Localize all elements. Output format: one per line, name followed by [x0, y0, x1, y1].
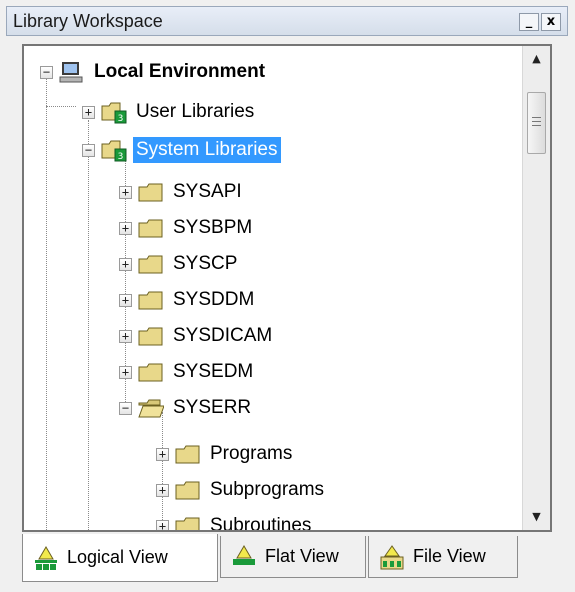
computer-icon: [59, 60, 85, 84]
tree-node-label: Local Environment: [94, 61, 266, 82]
expand-toggle[interactable]: +: [156, 447, 169, 461]
tree-node-label: SYSDICAM: [173, 325, 273, 346]
tree-node-label: SYSAPI: [173, 181, 242, 202]
folder-icon: [138, 360, 164, 384]
library-folder-icon: 3: [101, 138, 127, 162]
collapse-toggle[interactable]: −: [82, 143, 95, 157]
tree-node-object-group[interactable]: + Subroutines: [156, 508, 314, 530]
tree-node-label: SYSERR: [173, 397, 252, 418]
tab-label: Flat View: [265, 546, 339, 566]
scroll-down-arrow-icon[interactable]: ▼: [523, 504, 550, 530]
folder-icon: [138, 288, 164, 312]
expand-toggle[interactable]: +: [156, 519, 169, 530]
window-title: Library Workspace: [13, 11, 163, 31]
tree-node-label: Subroutines: [210, 515, 312, 530]
tab-flat-view[interactable]: Flat View: [220, 536, 366, 578]
tree-node-label: SYSEDM: [173, 361, 254, 382]
folder-icon: [175, 514, 201, 530]
tree-node-library[interactable]: + SYSDICAM: [119, 318, 275, 354]
tree-node-object-group[interactable]: + Programs: [156, 436, 295, 472]
tree-node-library[interactable]: − SYSERR: [119, 390, 254, 426]
tree-node-user-libraries[interactable]: + 3 User Libraries: [82, 94, 257, 130]
tab-file-view[interactable]: File View: [368, 536, 518, 578]
folder-icon: [138, 180, 164, 204]
folder-open-icon: [138, 396, 165, 420]
collapse-toggle[interactable]: −: [40, 65, 53, 79]
file-view-icon: [377, 544, 407, 570]
tree-node-label: Programs: [210, 443, 293, 464]
folder-icon: [175, 478, 201, 502]
badge-text: 3: [118, 114, 124, 124]
folder-icon: [138, 216, 164, 240]
tree-node-label: SYSCP: [173, 253, 238, 274]
collapse-toggle[interactable]: −: [119, 401, 132, 415]
flat-view-icon: [229, 544, 259, 570]
tree-node-label: SYSBPM: [173, 217, 253, 238]
tree-node-library[interactable]: + SYSCP: [119, 246, 240, 282]
close-button[interactable]: x: [541, 13, 561, 31]
tree-node-library[interactable]: + SYSAPI: [119, 174, 245, 210]
expand-toggle[interactable]: +: [156, 483, 169, 497]
expand-toggle[interactable]: +: [119, 185, 132, 199]
tree-node-local-environment[interactable]: − Local Environment: [40, 54, 268, 90]
tab-label: File View: [413, 546, 486, 566]
tree-view[interactable]: − Local Environment + 3 User Libraries −…: [22, 44, 552, 532]
tree-node-label: Subprograms: [210, 479, 325, 500]
title-bar: Library Workspace _ x: [6, 6, 568, 36]
tree-node-label: User Libraries: [136, 101, 255, 122]
folder-icon: [138, 252, 164, 276]
expand-toggle[interactable]: +: [119, 257, 132, 271]
library-workspace-panel: Library Workspace _ x − Local Environmen…: [0, 0, 575, 592]
expand-toggle[interactable]: +: [119, 329, 132, 343]
tree-node-label-selected: System Libraries: [133, 137, 281, 163]
minimize-button[interactable]: _: [519, 13, 539, 31]
scroll-thumb[interactable]: [527, 92, 546, 154]
badge-text: 3: [118, 152, 124, 162]
library-folder-icon: 3: [101, 100, 127, 124]
tree-node-label: SYSDDM: [173, 289, 255, 310]
tree-node-library[interactable]: + SYSBPM: [119, 210, 255, 246]
tree-node-system-libraries[interactable]: − 3 System Libraries: [82, 132, 281, 168]
expand-toggle[interactable]: +: [119, 365, 132, 379]
tree-content: − Local Environment + 3 User Libraries −…: [24, 46, 524, 530]
folder-icon: [138, 324, 164, 348]
tab-logical-view[interactable]: Logical View: [22, 534, 218, 582]
tree-node-library[interactable]: + SYSDDM: [119, 282, 257, 318]
scroll-up-arrow-icon[interactable]: ▲: [523, 46, 550, 72]
folder-icon: [175, 442, 201, 466]
logical-view-icon: [31, 545, 61, 571]
expand-toggle[interactable]: +: [119, 293, 132, 307]
tree-node-object-group[interactable]: + Subprograms: [156, 472, 327, 508]
expand-toggle[interactable]: +: [119, 221, 132, 235]
vertical-scrollbar[interactable]: ▲ ▼: [522, 46, 550, 530]
tab-label: Logical View: [67, 547, 168, 567]
expand-toggle[interactable]: +: [82, 105, 95, 119]
tree-node-library[interactable]: + SYSEDM: [119, 354, 256, 390]
